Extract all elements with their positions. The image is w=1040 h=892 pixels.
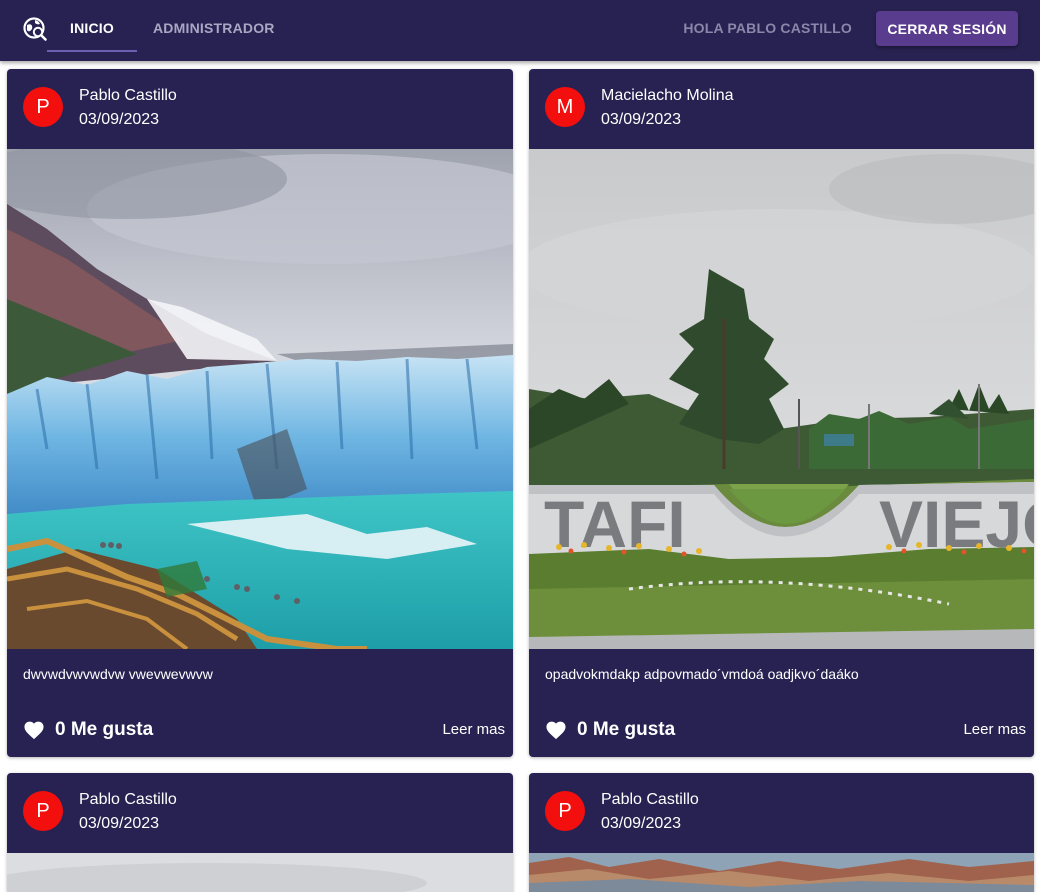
post-card: P Pablo Castillo 03/09/2023 bbox=[7, 773, 513, 892]
card-header: P Pablo Castillo 03/09/2023 bbox=[7, 69, 513, 149]
like-count: 0 Me gusta bbox=[577, 719, 676, 740]
read-more-link[interactable]: Leer mas bbox=[963, 721, 1026, 738]
tab-inicio[interactable]: INICIO bbox=[47, 0, 137, 56]
post-card: P Pablo Castillo 03/09/2023 bbox=[529, 773, 1034, 892]
avatar: P bbox=[23, 87, 63, 127]
post-text: dwvwdvwvwdvw vwevwevwvw bbox=[23, 666, 213, 682]
svg-text:TAFI: TAFI bbox=[544, 487, 686, 561]
card-header: P Pablo Castillo 03/09/2023 bbox=[7, 773, 513, 853]
globe-search-icon[interactable] bbox=[22, 16, 48, 42]
logout-button[interactable]: CERRAR SESIÓN bbox=[876, 11, 1018, 46]
landscape-photo bbox=[7, 853, 513, 892]
card-header: M Macielacho Molina 03/09/2023 bbox=[529, 69, 1034, 149]
avatar: P bbox=[23, 791, 63, 831]
post-date: 03/09/2023 bbox=[601, 111, 682, 128]
app-bar: INICIO ADMINISTRADOR HOLA PABLO CASTILLO… bbox=[0, 0, 1040, 61]
like-button[interactable]: 0 Me gusta bbox=[545, 717, 675, 743]
post-author: Pablo Castillo bbox=[79, 791, 177, 808]
post-date: 03/09/2023 bbox=[79, 111, 160, 128]
like-button[interactable]: 0 Me gusta bbox=[23, 717, 153, 743]
post-text: opadvokmdakp adpovmado´vmdoá oadjkvo´daá… bbox=[545, 666, 859, 682]
post-date: 03/09/2023 bbox=[79, 815, 160, 832]
read-more-link[interactable]: Leer mas bbox=[442, 721, 505, 738]
heart-icon bbox=[24, 721, 44, 740]
post-author: Macielacho Molina bbox=[601, 87, 734, 104]
post-card: M Macielacho Molina 03/09/2023 TAFI VIEJ… bbox=[529, 69, 1034, 757]
user-greeting: HOLA PABLO CASTILLO bbox=[683, 20, 852, 36]
tafi-viejo-sign-photo: TAFI VIEJO bbox=[529, 149, 1034, 649]
post-author: Pablo Castillo bbox=[79, 87, 177, 104]
avatar: P bbox=[545, 791, 585, 831]
heart-icon bbox=[546, 721, 566, 740]
post-card: P Pablo Castillo 03/09/2023 bbox=[7, 69, 513, 757]
glacier-photo bbox=[7, 149, 513, 649]
like-count: 0 Me gusta bbox=[55, 719, 154, 740]
mountains-photo bbox=[529, 853, 1034, 892]
post-author: Pablo Castillo bbox=[601, 791, 699, 808]
card-header: P Pablo Castillo 03/09/2023 bbox=[529, 773, 1034, 853]
active-tab-indicator bbox=[47, 50, 137, 52]
tab-administrador[interactable]: ADMINISTRADOR bbox=[153, 0, 275, 56]
post-date: 03/09/2023 bbox=[601, 815, 682, 832]
avatar: M bbox=[545, 87, 585, 127]
